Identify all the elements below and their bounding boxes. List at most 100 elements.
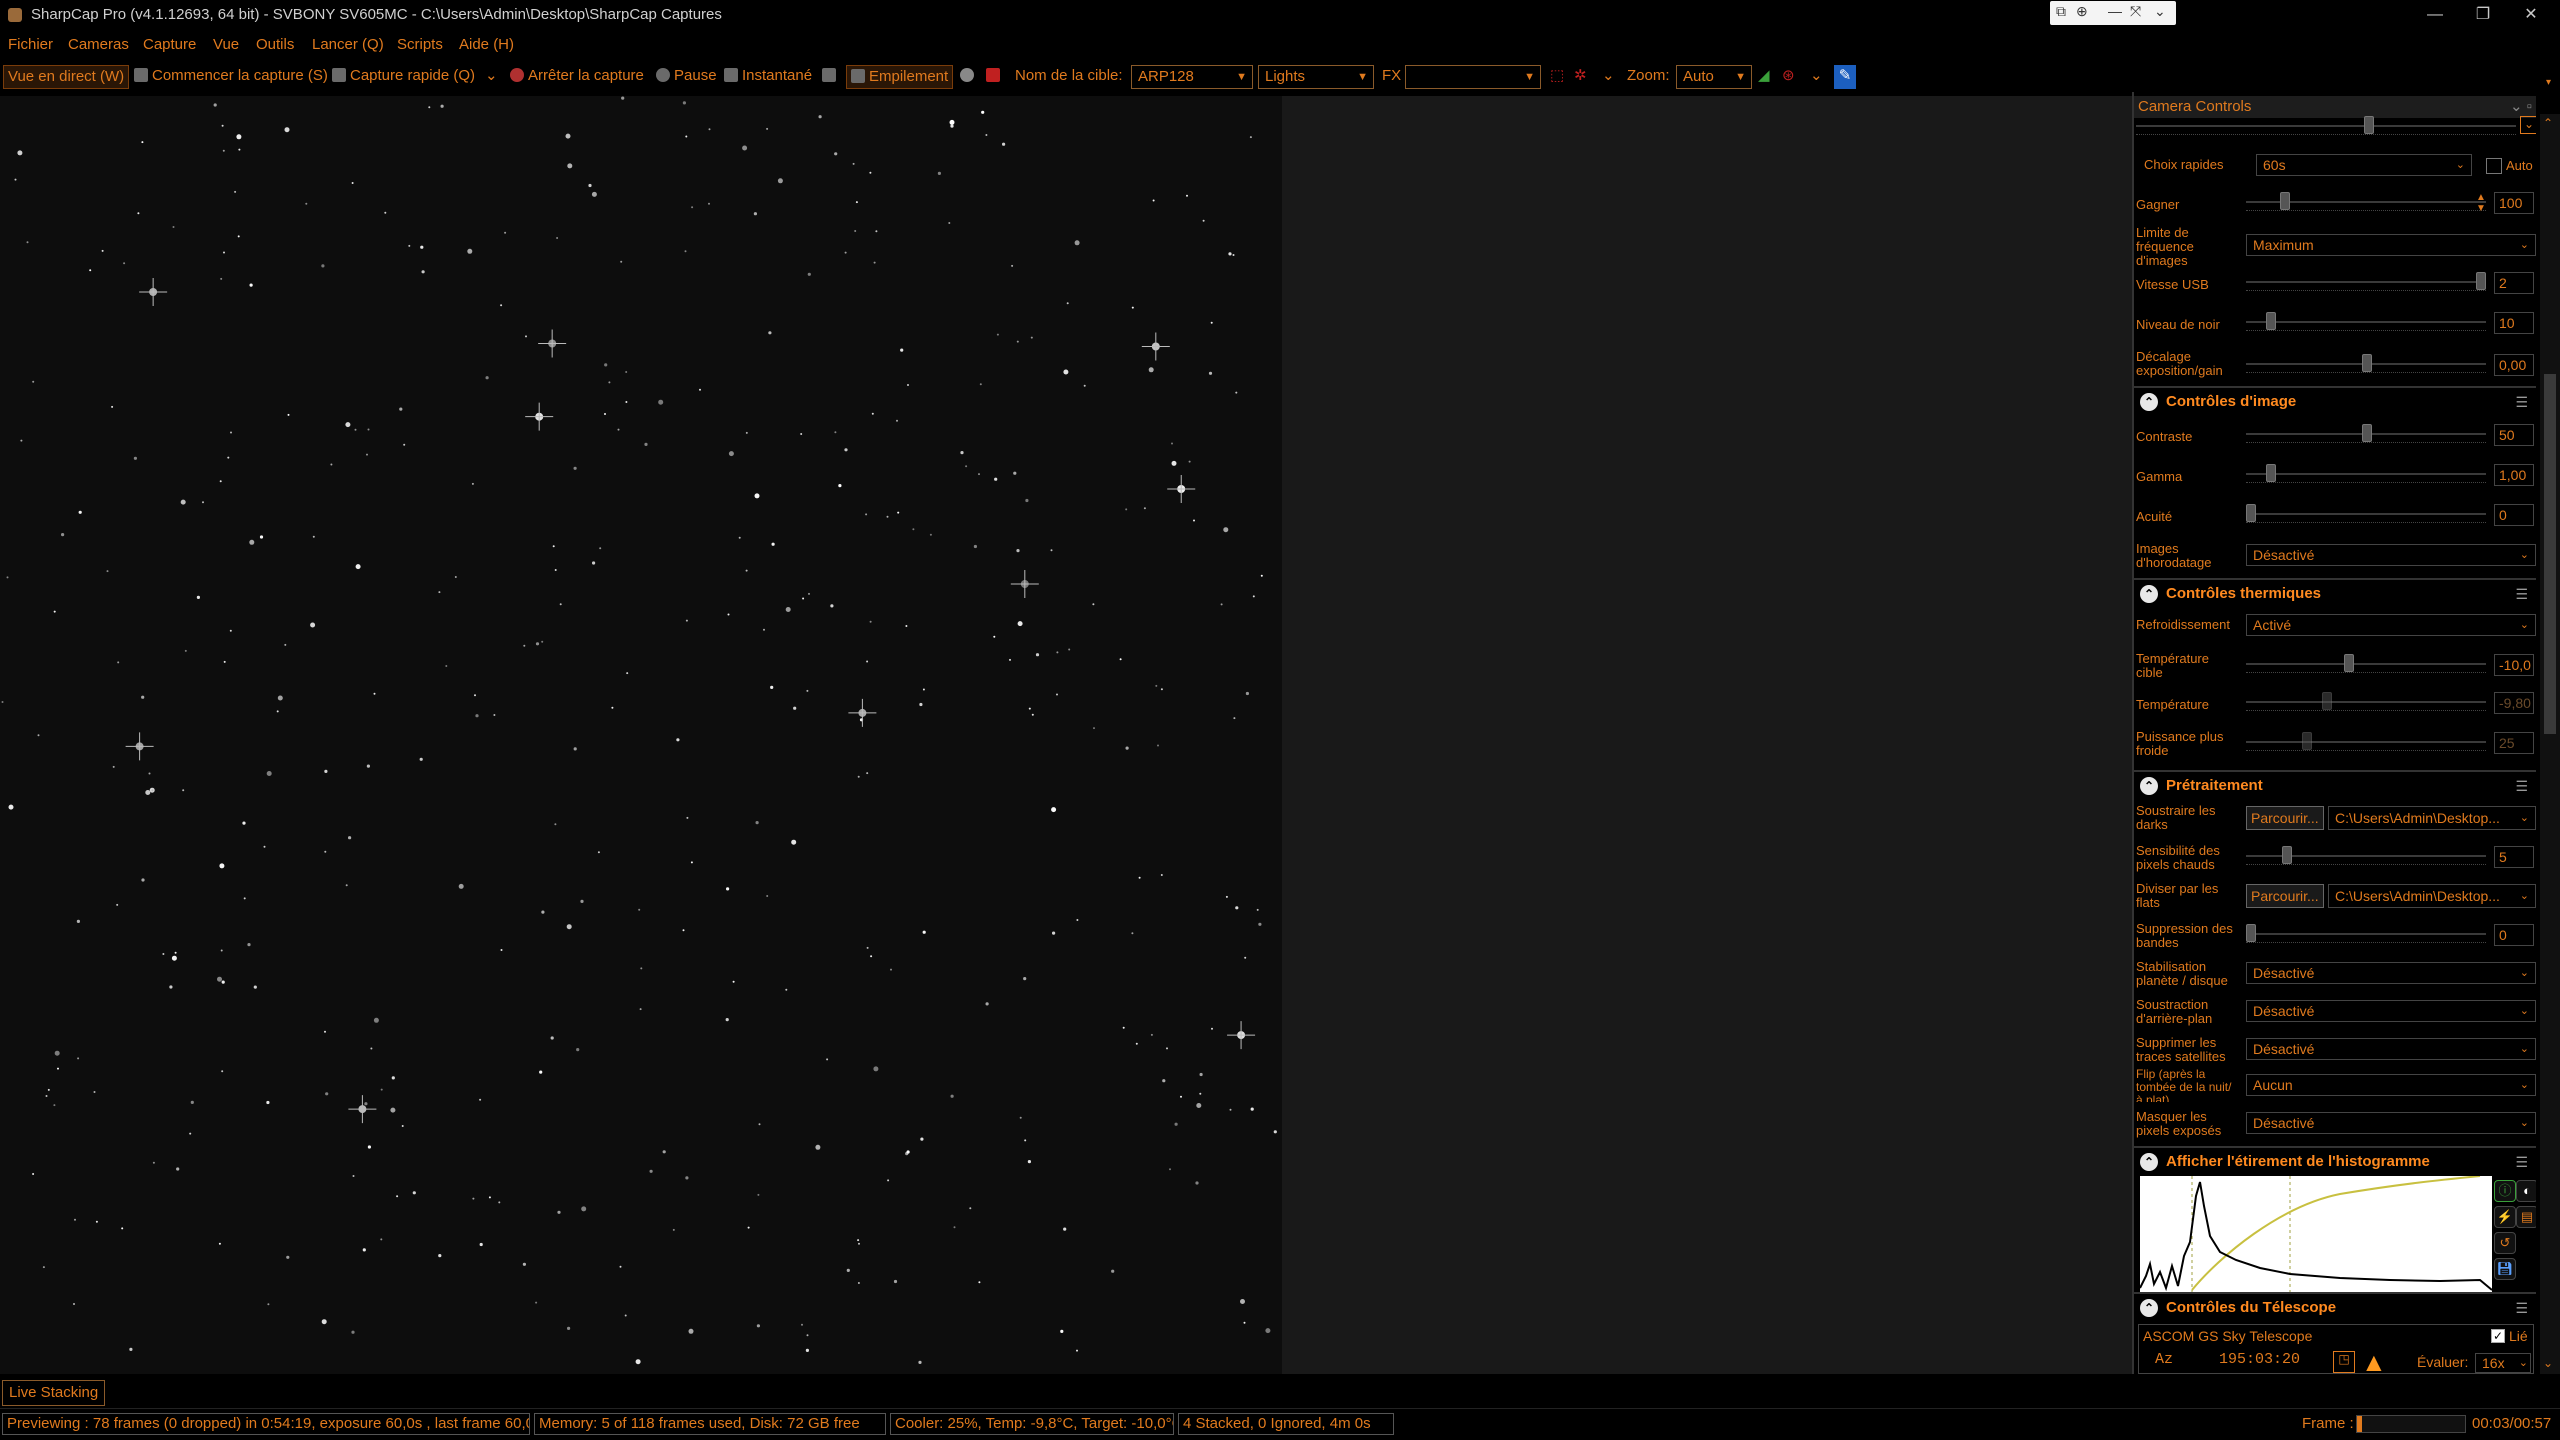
- hot-pixel-value[interactable]: 5: [2494, 846, 2534, 868]
- frame-rate-select[interactable]: Maximum ⌄: [2246, 234, 2536, 256]
- move-up-icon[interactable]: ▲: [2361, 1347, 2387, 1374]
- collapse-icon[interactable]: ⌃: [2140, 1299, 2158, 1317]
- target-temp-value[interactable]: -10,0: [2494, 654, 2534, 676]
- hot-pixel-slider[interactable]: [2246, 846, 2486, 866]
- mask-select[interactable]: Désactivé ⌄: [2246, 1112, 2536, 1134]
- overlay-widget[interactable]: ⧉ ⊕ — ⤧ ⌄: [2050, 1, 2176, 25]
- collapse-icon[interactable]: ⌃: [2140, 393, 2158, 411]
- display-settings-icon[interactable]: [822, 65, 840, 89]
- sharpness-value[interactable]: 0: [2494, 504, 2534, 526]
- stop-capture-button[interactable]: Arrêter la capture: [510, 65, 644, 89]
- gain-value[interactable]: 100: [2494, 192, 2534, 214]
- live-stacking-tab[interactable]: Live Stacking: [2, 1380, 106, 1406]
- auto-checkbox[interactable]: [2486, 158, 2502, 174]
- menu-capture[interactable]: Capture: [143, 36, 196, 53]
- toolbar-overflow-icon[interactable]: ▾: [2546, 72, 2551, 96]
- gamma-slider[interactable]: [2246, 464, 2486, 484]
- snapshot-button[interactable]: Instantané: [724, 65, 812, 89]
- menu-icon[interactable]: ☰: [2515, 778, 2528, 795]
- crop-icon[interactable]: ⬚: [1550, 65, 1564, 89]
- reticle-icon[interactable]: ✲: [1574, 65, 1587, 89]
- start-capture-button[interactable]: Commencer la capture (S): [134, 65, 328, 89]
- globe-icon[interactable]: ⊕: [2076, 3, 2088, 20]
- quick-capture-button[interactable]: Capture rapide (Q): [332, 65, 475, 89]
- minimize-button[interactable]: —: [2412, 0, 2458, 30]
- collapse-icon[interactable]: ⌃: [2140, 777, 2158, 795]
- scroll-down-icon[interactable]: ⌄: [2543, 1356, 2553, 1370]
- menu-fichier[interactable]: Fichier: [8, 36, 53, 53]
- target-temp-slider[interactable]: [2246, 654, 2486, 674]
- menu-vue[interactable]: Vue: [213, 36, 239, 53]
- thermal-controls-section[interactable]: ⌃ Contrôles thermiques ☰: [2134, 578, 2536, 606]
- image-controls-section[interactable]: ⌃ Contrôles d'image ☰: [2134, 386, 2536, 414]
- flip-select[interactable]: Aucun ⌄: [2246, 1074, 2536, 1096]
- scroll-thumb[interactable]: [2544, 374, 2556, 734]
- lightning-icon[interactable]: ⚡: [2494, 1206, 2516, 1228]
- menu-cameras[interactable]: Cameras: [68, 36, 129, 53]
- save-icon[interactable]: 💾︎: [2494, 1258, 2516, 1280]
- quick-choice-select[interactable]: 60s ⌄: [2256, 154, 2472, 176]
- offset-slider[interactable]: [2246, 354, 2486, 374]
- darks-path-select[interactable]: C:\Users\Admin\Desktop... ⌄: [2328, 806, 2536, 830]
- fx-select[interactable]: ▼: [1405, 65, 1541, 89]
- menu-lancer[interactable]: Lancer (Q): [312, 36, 384, 53]
- timestamp-select[interactable]: Désactivé ⌄: [2246, 544, 2536, 566]
- flats-browse-button[interactable]: Parcourir...: [2246, 884, 2324, 908]
- preprocessing-section[interactable]: ⌃ Prétraitement ☰: [2134, 770, 2536, 798]
- dark-frame-icon[interactable]: [960, 65, 978, 89]
- maximize-button[interactable]: ❐: [2460, 0, 2506, 30]
- contrast-slider[interactable]: [2246, 424, 2486, 444]
- chevron-down-icon[interactable]: ⌄: [2154, 3, 2166, 20]
- telescope-section[interactable]: ⌃ Contrôles du Télescope ☰: [2134, 1292, 2536, 1320]
- gain-stepper-icon[interactable]: ▲ ▼: [2476, 192, 2486, 214]
- auto-stretch-icon[interactable]: ⓘ: [2494, 1180, 2516, 1202]
- sharpness-slider[interactable]: [2246, 504, 2486, 524]
- banding-value[interactable]: 0: [2494, 924, 2534, 946]
- menu-icon[interactable]: ☰: [2515, 394, 2528, 411]
- reset-icon[interactable]: ↺: [2494, 1232, 2516, 1254]
- focus-icon[interactable]: ⊛: [1782, 65, 1795, 89]
- gain-slider[interactable]: [2246, 192, 2486, 212]
- gamma-value[interactable]: 1,00: [2494, 464, 2534, 486]
- cooling-select[interactable]: Activé ⌄: [2246, 614, 2536, 636]
- save-stretch-icon[interactable]: ▤: [2516, 1206, 2536, 1228]
- collapse-icon[interactable]: ⌃: [2140, 585, 2158, 603]
- target-button[interactable]: [986, 65, 1004, 89]
- black-level-slider[interactable]: [2246, 312, 2486, 332]
- annotation-icon[interactable]: ✎: [1834, 65, 1856, 89]
- menu-outils[interactable]: Outils: [256, 36, 294, 53]
- reticle-dropdown-icon[interactable]: ⌄: [1602, 65, 1615, 89]
- zoom-select[interactable]: Auto ▼: [1676, 65, 1752, 89]
- flats-path-select[interactable]: C:\Users\Admin\Desktop... ⌄: [2328, 884, 2536, 908]
- menu-scripts[interactable]: Scripts: [397, 36, 443, 53]
- contrast-icon[interactable]: ◐: [2516, 1180, 2536, 1202]
- contrast-value[interactable]: 50: [2494, 424, 2534, 446]
- banding-slider[interactable]: [2246, 924, 2486, 944]
- usb-speed-value[interactable]: 2: [2494, 272, 2534, 294]
- telescope-stop-icon[interactable]: ◳: [2333, 1351, 2355, 1373]
- scroll-up-icon[interactable]: ⌃: [2543, 116, 2553, 130]
- menu-icon[interactable]: ☰: [2515, 1154, 2528, 1171]
- menu-icon[interactable]: ☰: [2515, 1300, 2528, 1317]
- stabilization-select[interactable]: Désactivé ⌄: [2246, 962, 2536, 984]
- background-sub-select[interactable]: Désactivé ⌄: [2246, 1000, 2536, 1022]
- rate-select[interactable]: 16x ⌄: [2475, 1353, 2531, 1373]
- focus-dropdown-icon[interactable]: ⌄: [1810, 65, 1823, 89]
- darks-browse-button[interactable]: Parcourir...: [2246, 806, 2324, 830]
- histogram-icon[interactable]: ◢: [1758, 65, 1770, 89]
- close-button[interactable]: ✕: [2508, 0, 2554, 30]
- panel-scrollbar[interactable]: ⌃ ⌄: [2540, 114, 2560, 1374]
- menu-icon[interactable]: ☰: [2515, 586, 2528, 603]
- minimize-icon[interactable]: —: [2108, 3, 2122, 19]
- satellite-select[interactable]: Désactivé ⌄: [2246, 1038, 2536, 1060]
- linked-checkbox[interactable]: ✓: [2491, 1329, 2505, 1343]
- exposure-stepper-icon[interactable]: ⌄: [2520, 116, 2536, 134]
- frame-type-select[interactable]: Lights ▼: [1258, 65, 1374, 89]
- pin-icon[interactable]: ⌄ ▫: [2510, 96, 2532, 118]
- collapse-icon[interactable]: ⌃: [2140, 1153, 2158, 1171]
- target-name-select[interactable]: ARP128 ▼: [1131, 65, 1253, 89]
- quick-capture-dropdown-icon[interactable]: ⌄: [485, 65, 498, 89]
- stacking-button[interactable]: Empilement: [846, 65, 954, 89]
- fullscreen-icon[interactable]: ⤧: [2130, 3, 2141, 20]
- image-viewport[interactable]: [0, 96, 1282, 1374]
